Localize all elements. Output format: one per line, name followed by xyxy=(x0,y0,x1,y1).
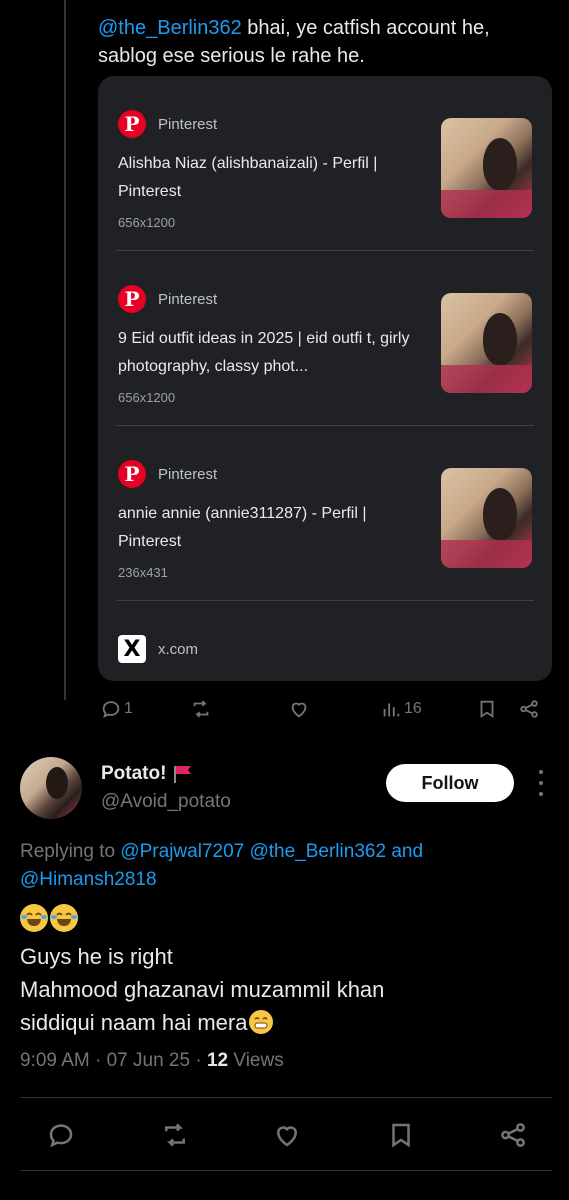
mention-link[interactable]: @the_Berlin362 xyxy=(98,17,242,39)
grinning-icon xyxy=(249,1010,274,1034)
replying-prefix: Replying to xyxy=(20,841,116,862)
result-thumbnail[interactable] xyxy=(441,118,532,218)
more-options-icon[interactable] xyxy=(533,770,549,796)
reply-button[interactable]: 1 xyxy=(100,698,133,720)
repost-icon xyxy=(165,1123,185,1147)
tweet-line: Mahmood ghazanavi muzammil khan xyxy=(20,977,385,1002)
search-result[interactable]: P Pinterest Alishba Niaz (alishbanaizali… xyxy=(98,76,552,251)
result-source: X x.com xyxy=(118,635,198,663)
result-source-name: x.com xyxy=(158,640,199,658)
pinterest-icon: P xyxy=(118,285,146,313)
display-name[interactable]: Potato! xyxy=(101,763,194,785)
reply-count: 1 xyxy=(124,700,133,717)
search-result[interactable]: P Pinterest 9 Eid outfit ideas in 2025 |… xyxy=(98,251,552,426)
thread-connector-line xyxy=(64,0,66,700)
result-thumbnail[interactable] xyxy=(441,293,532,393)
result-source: P Pinterest xyxy=(118,285,217,313)
pinterest-icon: P xyxy=(118,110,146,138)
like-button[interactable] xyxy=(288,698,310,720)
pinterest-icon: P xyxy=(118,460,146,488)
red-flag-icon xyxy=(174,766,192,783)
search-result[interactable]: X x.com xyxy=(98,601,552,681)
result-source: P Pinterest xyxy=(118,110,217,138)
avatar[interactable] xyxy=(20,757,82,819)
tweet-text: Guys he is right Mahmood ghazanavi muzam… xyxy=(20,940,550,1039)
replying-mention-last[interactable]: @Himansh2818 xyxy=(20,869,157,890)
parent-action-bar: 1 16 xyxy=(98,698,550,726)
reply-icon xyxy=(49,1124,73,1148)
views-button[interactable]: 16 xyxy=(380,698,422,720)
result-thumbnail[interactable] xyxy=(441,468,532,568)
laughing-emoji-line xyxy=(20,904,78,932)
display-name-text: Potato! xyxy=(101,763,167,784)
parent-reply-text: @the_Berlin362 bhai, ye catfish account … xyxy=(98,14,548,70)
result-source-name: Pinterest xyxy=(158,290,218,308)
image-search-results-card: P Pinterest Alishba Niaz (alishbanaizali… xyxy=(98,76,552,681)
tweet-action-bar xyxy=(0,1112,569,1156)
bookmark-icon xyxy=(392,1123,410,1148)
x-icon: X xyxy=(118,635,146,663)
like-button[interactable] xyxy=(272,1120,302,1150)
share-icon xyxy=(501,1123,525,1147)
user-handle[interactable]: @Avoid_potato xyxy=(101,791,231,813)
repost-button[interactable] xyxy=(160,1120,190,1150)
result-image-size: 236x431 xyxy=(118,565,168,580)
result-source: P Pinterest xyxy=(118,460,217,488)
result-title[interactable]: annie annie (annie311287) - Perfil | Pin… xyxy=(118,500,423,556)
heart-icon xyxy=(291,702,307,718)
repost-icon xyxy=(193,700,209,718)
result-image-size: 656x1200 xyxy=(118,390,176,405)
result-title[interactable]: Alishba Niaz (alishbanaizali) - Perfil |… xyxy=(118,150,423,206)
result-source-name: Pinterest xyxy=(158,465,218,483)
share-button[interactable] xyxy=(498,1120,528,1150)
repost-button[interactable] xyxy=(190,698,212,720)
share-button[interactable] xyxy=(518,698,540,720)
reply-button[interactable] xyxy=(46,1120,76,1150)
views-count: 16 xyxy=(404,700,422,717)
views-icon xyxy=(383,703,400,717)
replying-to: Replying to @Prajwal7207 @the_Berlin362 … xyxy=(20,838,540,894)
tears-of-joy-icon xyxy=(20,904,48,932)
divider xyxy=(20,1170,552,1171)
tweet-views-count: 12 xyxy=(206,1050,229,1071)
result-title[interactable]: 9 Eid outfit ideas in 2025 | eid outfi t… xyxy=(118,325,423,381)
tweet-line-wrap: siddiqui naam hai mera xyxy=(20,1006,550,1039)
bookmark-icon xyxy=(480,700,494,719)
tweet-views-label: Views xyxy=(228,1050,284,1071)
tweet-line: Guys he is right xyxy=(20,944,173,969)
reply-icon xyxy=(102,701,120,719)
tweet-meta: 9:09 AM · 07 Jun 25 · 12 Views xyxy=(20,1050,284,1072)
divider xyxy=(20,1097,552,1098)
search-result[interactable]: P Pinterest annie annie (annie311287) - … xyxy=(98,426,552,601)
share-icon xyxy=(520,700,538,718)
result-source-name: Pinterest xyxy=(158,115,218,133)
bookmark-button[interactable] xyxy=(476,698,498,720)
tears-of-joy-icon xyxy=(50,904,78,932)
tweet-line: siddiqui naam hai mera xyxy=(20,1010,248,1035)
replying-and[interactable]: and xyxy=(391,841,423,862)
heart-icon xyxy=(276,1126,298,1147)
follow-button[interactable]: Follow xyxy=(386,764,514,802)
tweet-timestamp: 9:09 AM · 07 Jun 25 · xyxy=(20,1050,207,1071)
result-image-size: 656x1200 xyxy=(118,215,176,230)
replying-mentions[interactable]: @Prajwal7207 @the_Berlin362 xyxy=(120,841,386,862)
bookmark-button[interactable] xyxy=(386,1120,416,1150)
